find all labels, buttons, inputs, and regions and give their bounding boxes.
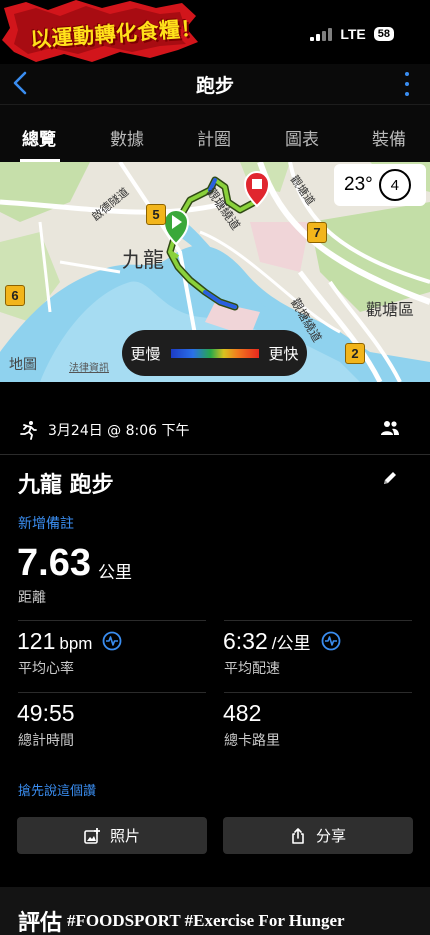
divider (18, 620, 206, 621)
add-photo-icon (84, 827, 100, 844)
first-like-link[interactable]: 搶先說這個讚 (18, 780, 96, 799)
route-badge: 5 (146, 204, 166, 225)
total-time-label: 總計時間 (18, 733, 74, 749)
route-badge: 2 (345, 343, 365, 364)
battery-icon: 58 (373, 27, 394, 41)
route-map[interactable]: 九龍 觀塘區 觀塘繞道 觀塘繞道 啟德隧道 觀塘道 5 6 7 2 23° 4 … (0, 162, 430, 382)
tab-gear[interactable]: 裝備 (372, 125, 406, 150)
pace-chart-icon[interactable] (321, 631, 341, 651)
map-label-kowloon: 九龍 (122, 248, 164, 272)
apple-maps-logo: 地圖 (9, 357, 37, 373)
tab-data[interactable]: 數據 (110, 125, 144, 150)
pace-gradient (170, 348, 259, 358)
chevron-left-icon (13, 71, 27, 95)
page-title: 跑步 (195, 74, 234, 97)
legal-link[interactable]: 法律資訊 (69, 359, 109, 374)
signal-icon (310, 27, 333, 41)
pace-slow-label: 更慢 (130, 344, 161, 363)
activity-title: 九龍 跑步 (18, 473, 114, 498)
divider (224, 692, 412, 693)
pace-fast-label: 更快 (268, 344, 299, 363)
tab-charts[interactable]: 圖表 (285, 125, 319, 150)
total-time-value: 49:55 (17, 700, 75, 726)
wind-icon: 4 (378, 169, 411, 201)
photo-button[interactable]: 照片 (17, 817, 207, 854)
tab-overview[interactable]: 總覽 (22, 125, 56, 150)
wind-speed: 4 (390, 176, 399, 194)
nav-bar: 跑步 (0, 64, 430, 104)
pace-legend: 更慢 更快 (122, 330, 307, 376)
avg-pace-unit: /公里 (271, 634, 311, 653)
route-badge: 7 (307, 222, 327, 243)
avg-hr-label: 平均心率 (18, 661, 74, 677)
heart-rate-icon[interactable] (102, 631, 122, 651)
tab-laps[interactable]: 計圈 (197, 125, 231, 150)
evaluation-section: 評估 #FOODSPORT #Exercise For Hunger (0, 887, 430, 935)
calories-label: 總卡路里 (224, 733, 280, 749)
people-icon[interactable] (380, 420, 400, 436)
weather-widget: 23° 4 (334, 164, 426, 206)
temperature: 23° (344, 174, 373, 195)
avg-hr-value: 121 bpm (17, 628, 122, 655)
share-button-label: 分享 (315, 827, 346, 845)
tab-bar: 總覽 數據 計圈 圖表 裝備 (0, 104, 430, 162)
map-label-kwun-tong: 觀塘區 (366, 300, 415, 319)
avg-pace-value: 6:32 /公里 (223, 628, 341, 655)
running-icon (20, 421, 37, 440)
pencil-icon[interactable] (382, 470, 398, 486)
avg-pace-label: 平均配速 (224, 661, 280, 677)
more-button[interactable] (404, 72, 410, 96)
add-note-link[interactable]: 新增備註 (18, 513, 74, 533)
divider (18, 692, 206, 693)
share-button[interactable]: 分享 (223, 817, 413, 854)
distance-unit: 公里 (98, 563, 132, 583)
activity-date: 3月24日 @ 8:06 下午 (48, 423, 190, 439)
more-dot-icon (405, 82, 409, 86)
more-dot-icon (405, 92, 409, 96)
activity-summary: 3月24日 @ 8:06 下午 九龍 跑步 新增備註 7.63 公里 距離 12… (0, 382, 430, 887)
route-badge: 6 (5, 285, 25, 306)
divider (224, 620, 412, 621)
divider (0, 454, 430, 455)
distance-label: 距離 (18, 590, 46, 606)
status-bar: 以運動轉化食糧！ LTE 58 (0, 0, 430, 64)
avg-hr-unit: bpm (59, 634, 93, 653)
evaluation-hashtags: #FOODSPORT #Exercise For Hunger (67, 911, 345, 930)
status-icons: LTE 58 (310, 26, 394, 42)
activity-date-row: 3月24日 @ 8:06 下午 (18, 420, 190, 440)
network-label: LTE (340, 26, 366, 42)
evaluation-title: 評估 (18, 911, 63, 935)
more-dot-icon (405, 72, 409, 76)
share-icon (292, 827, 304, 844)
calories-value: 482 (223, 700, 262, 726)
photo-button-label: 照片 (109, 827, 140, 845)
back-button[interactable] (12, 70, 28, 101)
distance-value: 7.63 (17, 542, 91, 584)
